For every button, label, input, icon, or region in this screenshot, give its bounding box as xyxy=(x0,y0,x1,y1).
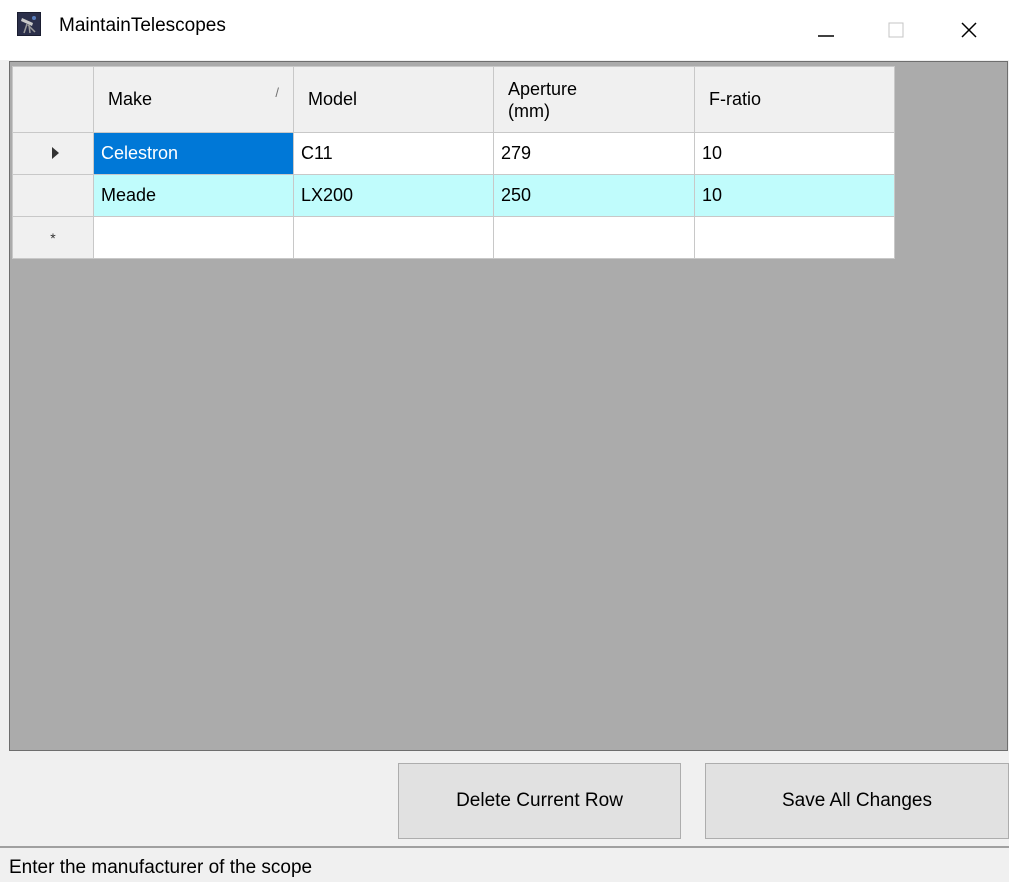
cell-model-new[interactable] xyxy=(293,216,494,259)
column-header-label-line1: Aperture xyxy=(508,78,578,99)
column-header-label: Model xyxy=(308,89,358,109)
cell-aperture-new[interactable] xyxy=(493,216,695,259)
minimize-icon xyxy=(818,35,834,37)
current-row-arrow-icon xyxy=(51,147,59,159)
title-bar[interactable]: MaintainTelescopes xyxy=(0,0,1009,60)
new-row-asterisk-icon: * xyxy=(50,230,56,246)
cell-model[interactable]: C11 xyxy=(293,132,494,175)
cell-f-ratio[interactable]: 10 xyxy=(694,132,895,175)
minimize-button[interactable] xyxy=(791,0,861,60)
corner-header-cell[interactable] xyxy=(12,66,94,133)
row-header-current[interactable] xyxy=(12,132,94,175)
cell-aperture[interactable]: 279 xyxy=(493,132,695,175)
cell-aperture[interactable]: 250 xyxy=(493,174,695,217)
status-text: Enter the manufacturer of the scope xyxy=(9,857,313,878)
close-button[interactable] xyxy=(934,0,1004,60)
status-bar: Enter the manufacturer of the scope xyxy=(0,846,1009,882)
new-row[interactable]: * xyxy=(12,216,895,259)
cell-f-ratio[interactable]: 10 xyxy=(694,174,895,217)
maintain-telescopes-window: MaintainTelescopes Make / Model Aperture… xyxy=(0,0,1009,882)
column-header-make[interactable]: Make / xyxy=(93,66,294,133)
column-header-aperture[interactable]: Aperture (mm) xyxy=(493,66,695,133)
grid-table: Make / Model Aperture (mm) F-ratio Celes… xyxy=(12,66,895,259)
row-header[interactable] xyxy=(12,174,94,217)
save-all-changes-button[interactable]: Save All Changes xyxy=(705,763,1009,839)
close-icon xyxy=(961,22,977,38)
header-row: Make / Model Aperture (mm) F-ratio xyxy=(12,66,895,133)
column-header-f-ratio[interactable]: F-ratio xyxy=(694,66,895,133)
window-title: MaintainTelescopes xyxy=(59,15,226,36)
row-header-new[interactable]: * xyxy=(12,216,94,259)
cell-make[interactable]: Celestron xyxy=(93,132,294,175)
column-header-label: F-ratio xyxy=(709,89,762,109)
cell-make-new[interactable] xyxy=(93,216,294,259)
column-header-model[interactable]: Model xyxy=(293,66,494,133)
maximize-button xyxy=(861,0,931,60)
column-header-label-line2: (mm) xyxy=(508,100,550,121)
sort-indicator-icon: / xyxy=(275,85,279,100)
delete-current-row-button[interactable]: Delete Current Row xyxy=(398,763,681,839)
column-header-label: Make xyxy=(108,89,153,109)
table-row[interactable]: Celestron C11 279 10 xyxy=(12,132,895,175)
maximize-icon xyxy=(888,22,904,38)
telescope-app-icon[interactable] xyxy=(17,12,41,36)
table-row[interactable]: Meade LX200 250 10 xyxy=(12,174,895,217)
cell-make[interactable]: Meade xyxy=(93,174,294,217)
telescopes-data-grid[interactable]: Make / Model Aperture (mm) F-ratio Celes… xyxy=(9,61,1008,751)
cell-model[interactable]: LX200 xyxy=(293,174,494,217)
cell-f-ratio-new[interactable] xyxy=(694,216,895,259)
